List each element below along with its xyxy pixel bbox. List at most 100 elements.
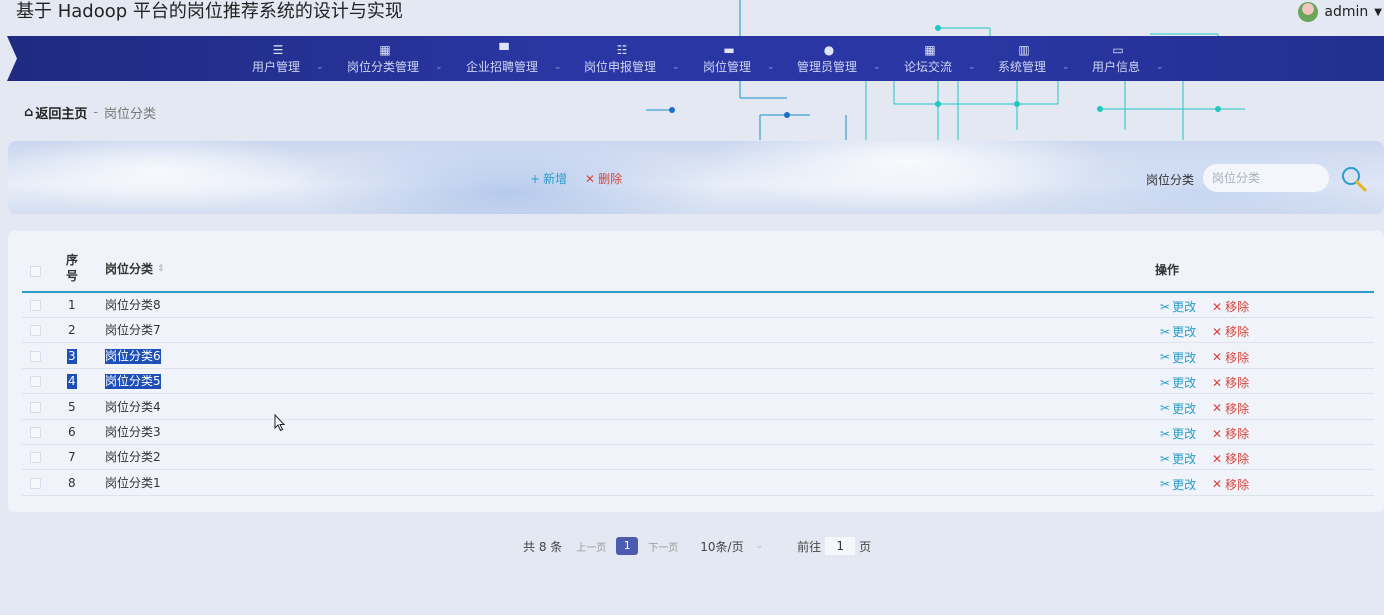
table-row[interactable]: 7 岗位分类2 ✂ 更改 ✕ 移除 <box>22 445 1374 471</box>
remove-button[interactable]: ✕ 移除 <box>1212 349 1249 366</box>
close-icon: ✕ <box>1212 426 1223 441</box>
nav-item-label: 岗位分类管理 <box>347 60 420 74</box>
close-icon: ✕ <box>1212 375 1223 390</box>
breadcrumb-home-link[interactable]: ⌂ 返回主页 <box>24 103 87 122</box>
nav-item-system-management[interactable]: ▥ 系统管理 ⌄ <box>998 42 1070 78</box>
search-label: 岗位分类 <box>1146 173 1195 187</box>
user-icon: ● <box>823 43 835 57</box>
add-button[interactable]: + 新增 <box>530 170 567 187</box>
remove-button-label: 移除 <box>1225 325 1250 340</box>
table-row[interactable]: 3 岗位分类6 ✂ 更改 ✕ 移除 <box>22 344 1374 369</box>
table-row[interactable]: 2 岗位分类7 ✂ 更改 ✕ 移除 <box>22 318 1374 344</box>
row-checkbox[interactable] <box>30 401 41 413</box>
table-row[interactable]: 6 岗位分类3 ✂ 更改 ✕ 移除 <box>22 420 1374 445</box>
row-checkbox[interactable] <box>30 300 41 311</box>
mouse-cursor-icon <box>274 414 286 432</box>
row-no: 2 <box>68 323 76 338</box>
column-header-category[interactable]: 岗位分类 ⇕ <box>105 260 165 277</box>
search-input[interactable] <box>1203 164 1329 192</box>
chevron-down-icon: ⌄ <box>1062 61 1070 72</box>
pagination-total: 共 8 条 <box>523 539 563 554</box>
nav-item-label: 用户管理 <box>252 60 301 74</box>
row-checkbox[interactable] <box>30 376 41 388</box>
edit-button[interactable]: ✂ 更改 <box>1160 425 1196 442</box>
edit-icon: ✂ <box>1160 477 1171 492</box>
goto-suffix: 页 <box>859 539 872 554</box>
remove-button[interactable]: ✕ 移除 <box>1212 400 1249 417</box>
edit-button[interactable]: ✂ 更改 <box>1160 323 1196 340</box>
edit-icon: ✂ <box>1160 350 1171 365</box>
next-page-button[interactable]: 下一页 <box>648 539 678 554</box>
close-icon: ✕ <box>1212 299 1223 314</box>
edit-button[interactable]: ✂ 更改 <box>1160 450 1196 467</box>
chevron-down-icon: ⌄ <box>672 61 680 72</box>
chevron-down-icon[interactable]: ▼ <box>1374 7 1382 18</box>
nav-item-user-management[interactable]: ☰ 用户管理 ⌄ <box>252 42 324 78</box>
sort-icon[interactable]: ⇕ <box>157 264 165 274</box>
row-category: 岗位分类6 <box>105 348 161 364</box>
row-checkbox[interactable] <box>30 350 41 362</box>
row-checkbox[interactable] <box>30 427 41 438</box>
username[interactable]: admin <box>1324 4 1368 20</box>
row-category: 岗位分类8 <box>105 298 161 312</box>
edit-button[interactable]: ✂ 更改 <box>1160 476 1196 493</box>
edit-button[interactable]: ✂ 更改 <box>1160 298 1196 315</box>
nav-item-forum[interactable]: ▦ 论坛交流 ⌄ <box>904 42 976 78</box>
table-row[interactable]: 4 岗位分类5 ✂ 更改 ✕ 移除 <box>22 369 1374 395</box>
row-no: 6 <box>68 425 76 439</box>
plus-icon: + <box>530 171 541 186</box>
prev-page-button[interactable]: 上一页 <box>576 539 606 554</box>
row-checkbox[interactable] <box>30 325 41 337</box>
nav-item-admin-management[interactable]: ● 管理员管理 ⌄ <box>797 42 881 78</box>
row-no: 1 <box>68 298 76 312</box>
row-checkbox[interactable] <box>30 452 41 464</box>
bar-chart-icon: ▥ <box>1018 43 1030 57</box>
remove-button[interactable]: ✕ 移除 <box>1212 298 1249 315</box>
edit-button-label: 更改 <box>1172 477 1197 492</box>
row-no: 3 <box>67 348 77 364</box>
edit-button[interactable]: ✂ 更改 <box>1160 349 1196 366</box>
remove-button[interactable]: ✕ 移除 <box>1212 323 1249 340</box>
chevron-down-icon: ⌄ <box>554 61 562 72</box>
edit-button[interactable]: ✂ 更改 <box>1160 374 1196 391</box>
search-icon[interactable] <box>1340 165 1368 193</box>
edit-button-label: 更改 <box>1172 350 1197 365</box>
app-title: 基于 Hadoop 平台的岗位推荐系统的设计与实现 <box>16 1 403 22</box>
search-panel: + 新增 ✕ 删除 岗位分类 <box>8 141 1384 214</box>
current-page-button[interactable]: 1 <box>616 537 639 555</box>
card-icon: ▭ <box>1112 43 1124 57</box>
remove-button[interactable]: ✕ 移除 <box>1212 476 1249 493</box>
chevron-down-icon: ⌄ <box>968 61 976 72</box>
goto-page-input[interactable]: 1 <box>825 537 856 555</box>
main-navbar: ☰ 用户管理 ⌄ ▦ 岗位分类管理 ⌄ ▀ 企业招聘管理 ⌄ ☷ 岗位申报管理 ⌄ ▬ … <box>7 36 1384 81</box>
table-row[interactable]: 8 岗位分类1 ✂ 更改 ✕ 移除 <box>22 471 1374 496</box>
remove-button[interactable]: ✕ 移除 <box>1212 450 1249 467</box>
edit-button-label: 更改 <box>1172 401 1197 416</box>
remove-button[interactable]: ✕ 移除 <box>1212 374 1249 391</box>
page-size-select[interactable]: 10条/页 ⌄ <box>700 538 763 555</box>
remove-button[interactable]: ✕ 移除 <box>1212 425 1249 442</box>
goto-label: 前往 <box>797 539 822 554</box>
nav-item-category-management[interactable]: ▦ 岗位分类管理 ⌄ <box>347 42 443 78</box>
edit-button[interactable]: ✂ 更改 <box>1160 400 1196 417</box>
breadcrumb-home-label[interactable]: 返回主页 <box>35 103 87 122</box>
remove-button-label: 移除 <box>1225 427 1250 441</box>
user-menu[interactable]: admin ▼ <box>1298 0 1384 24</box>
row-checkbox[interactable] <box>30 477 41 489</box>
table-row[interactable]: 1 岗位分类8 ✂ 更改 ✕ 移除 <box>22 293 1374 318</box>
edit-button-label: 更改 <box>1172 325 1197 340</box>
nav-item-application-management[interactable]: ☷ 岗位申报管理 ⌄ <box>584 42 680 78</box>
avatar[interactable] <box>1298 2 1319 22</box>
table-row[interactable]: 5 岗位分类4 ✂ 更改 ✕ 移除 <box>22 395 1374 420</box>
select-all-checkbox[interactable] <box>30 266 41 277</box>
data-table: 序号 岗位分类 ⇕ 操作 1 岗位分类8 ✂ 更改 ✕ 移除 2 岗位分类7 ✂ 更改 ✕ 移除 3 岗位… <box>8 231 1384 512</box>
nav-item-recruitment-management[interactable]: ▀ 企业招聘管理 ⌄ <box>466 42 562 78</box>
remove-button-label: 移除 <box>1225 350 1250 365</box>
nav-item-user-info[interactable]: ▭ 用户信息 ⌄ <box>1092 42 1164 78</box>
add-button-label: 新增 <box>543 172 568 186</box>
close-icon: ✕ <box>585 171 596 186</box>
row-no: 4 <box>67 374 77 390</box>
delete-button[interactable]: ✕ 删除 <box>585 170 622 187</box>
nav-item-job-management[interactable]: ▬ 岗位管理 ⌄ <box>703 42 775 78</box>
breadcrumb-separator: - <box>93 105 99 120</box>
